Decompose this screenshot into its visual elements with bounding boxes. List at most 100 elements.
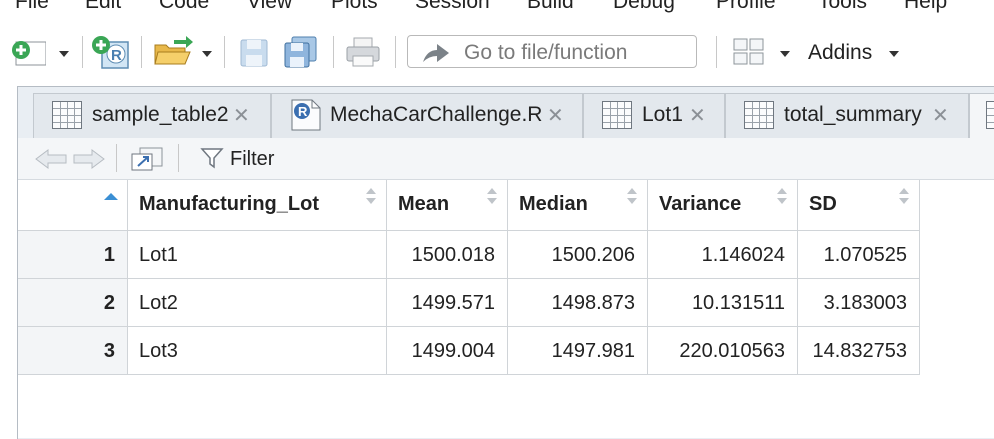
- menu-edit[interactable]: Edit: [85, 0, 121, 14]
- toolbar-separator: [141, 36, 142, 68]
- new-file-dropdown-icon[interactable]: [59, 51, 69, 57]
- menu-debug[interactable]: Debug: [613, 0, 675, 14]
- close-icon[interactable]: ✕: [233, 103, 250, 128]
- table-icon: [52, 101, 82, 129]
- menu-help[interactable]: Help: [904, 0, 947, 14]
- sort-icon[interactable]: [366, 188, 376, 208]
- printer-icon: [346, 37, 380, 67]
- menu-code[interactable]: Code: [159, 0, 209, 14]
- tab-label: MechaCarChallenge.R: [330, 103, 543, 126]
- table-cell: 1498.873: [508, 279, 648, 327]
- tab-label: Lot1: [642, 103, 683, 126]
- menu-session[interactable]: Session: [415, 0, 490, 14]
- r-script-icon: R: [291, 99, 321, 131]
- table-cell: 220.010563: [648, 327, 798, 375]
- filter-icon[interactable]: [200, 147, 224, 169]
- tab-lot1[interactable]: Lot1 ✕: [583, 93, 725, 138]
- forward-arrow-icon[interactable]: [70, 148, 106, 170]
- new-file-button[interactable]: [10, 38, 47, 66]
- panes-dropdown-icon[interactable]: [780, 51, 790, 57]
- table-icon: [744, 101, 774, 129]
- table-cell: 1.146024: [648, 231, 798, 279]
- save-icon: [240, 39, 268, 67]
- save-all-icon: [284, 36, 317, 68]
- tab-sample-table2[interactable]: sample_table2 ✕: [33, 93, 271, 138]
- arrow-right-icon: [423, 44, 449, 62]
- print-button[interactable]: [345, 37, 381, 67]
- table-cell: 14.832753: [798, 327, 920, 375]
- row-number: 3: [18, 327, 128, 375]
- column-header-label: SD: [809, 193, 837, 215]
- sort-ascending-icon: [104, 193, 118, 200]
- workspace-panes-button[interactable]: [733, 38, 765, 66]
- close-icon[interactable]: ✕: [547, 103, 564, 128]
- column-header-label: Mean: [398, 193, 450, 215]
- panes-grid-icon: [733, 38, 764, 65]
- table-icon: [602, 101, 632, 129]
- column-header-median[interactable]: Median: [508, 180, 648, 231]
- table-cell: Lot2: [128, 279, 387, 327]
- svg-text:R: R: [111, 47, 122, 64]
- toolbar-separator: [116, 144, 117, 172]
- row-number: 1: [18, 231, 128, 279]
- popout-icon[interactable]: [130, 146, 164, 172]
- close-icon[interactable]: ✕: [932, 103, 949, 128]
- data-viewer-toolbar: Filter: [18, 138, 994, 180]
- toolbar-separator: [333, 36, 334, 68]
- column-header-manufacturing-lot[interactable]: Manufacturing_Lot: [128, 180, 387, 231]
- column-header-sd[interactable]: SD: [798, 180, 920, 231]
- menu-profile[interactable]: Profile: [716, 0, 776, 14]
- tab-partial[interactable]: [969, 93, 994, 138]
- back-arrow-icon[interactable]: [34, 148, 70, 170]
- open-file-button[interactable]: [152, 36, 194, 68]
- tab-mechacarchallenge[interactable]: R MechaCarChallenge.R ✕: [271, 93, 583, 138]
- table-cell: Lot1: [128, 231, 387, 279]
- toolbar-separator: [178, 144, 179, 172]
- menu-plots[interactable]: Plots: [331, 0, 378, 14]
- addins-menu[interactable]: Addins: [808, 41, 872, 65]
- table-cell: 1500.018: [387, 231, 508, 279]
- menu-view[interactable]: View: [247, 0, 292, 14]
- table-cell: 1499.571: [387, 279, 508, 327]
- sort-icon[interactable]: [899, 188, 909, 208]
- menu-build[interactable]: Build: [527, 0, 574, 14]
- column-header-mean[interactable]: Mean: [387, 180, 508, 231]
- save-all-button[interactable]: [283, 36, 319, 68]
- addins-dropdown-icon[interactable]: [889, 51, 899, 57]
- menu-tools[interactable]: Tools: [818, 0, 867, 14]
- go-to-file-input[interactable]: Go to file/function: [407, 35, 697, 68]
- row-number-header[interactable]: [18, 180, 128, 231]
- column-header-label: Variance: [659, 193, 742, 215]
- go-to-file-placeholder: Go to file/function: [464, 41, 628, 64]
- sort-icon[interactable]: [487, 188, 497, 208]
- table-icon: [986, 101, 994, 129]
- sort-icon[interactable]: [627, 188, 637, 208]
- close-icon[interactable]: ✕: [689, 103, 706, 128]
- toolbar-separator: [82, 36, 83, 68]
- folder-open-icon: [154, 36, 193, 65]
- save-button[interactable]: [239, 38, 269, 68]
- table-cell: 1497.981: [508, 327, 648, 375]
- menu-file[interactable]: File: [15, 0, 49, 14]
- table-cell: Lot3: [128, 327, 387, 375]
- table-cell: 1500.206: [508, 231, 648, 279]
- tab-label: sample_table2: [92, 103, 229, 126]
- row-number: 2: [18, 279, 128, 327]
- open-file-dropdown-icon[interactable]: [202, 51, 212, 57]
- column-header-variance[interactable]: Variance: [648, 180, 798, 231]
- data-table: Manufacturing_Lot Mean Median Variance S…: [18, 180, 994, 438]
- tab-total-summary[interactable]: total_summary ✕: [725, 93, 969, 138]
- tab-label: total_summary: [784, 103, 922, 126]
- filter-button[interactable]: Filter: [230, 148, 274, 171]
- new-project-button[interactable]: R: [90, 34, 132, 70]
- new-file-icon: [12, 41, 47, 66]
- table-cell: 1499.004: [387, 327, 508, 375]
- main-toolbar: R Go to file/function Addins: [0, 20, 994, 86]
- toolbar-separator: [395, 36, 396, 68]
- column-header-label: Median: [519, 193, 588, 215]
- new-project-icon: R: [92, 36, 129, 69]
- table-cell: 3.183003: [798, 279, 920, 327]
- table-cell: 10.131511: [648, 279, 798, 327]
- toolbar-separator: [224, 36, 225, 68]
- sort-icon[interactable]: [777, 188, 787, 208]
